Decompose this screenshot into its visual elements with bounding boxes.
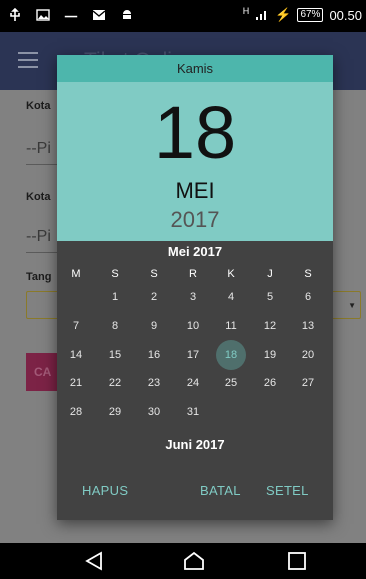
clock: 00.50 [329, 7, 362, 23]
menu-icon [18, 52, 38, 68]
header-day[interactable]: 18 [57, 88, 333, 178]
calendar-day[interactable]: 21 [61, 368, 91, 398]
home-icon[interactable] [182, 551, 206, 571]
calendar-day[interactable]: 23 [139, 368, 169, 398]
calendar-day[interactable]: 17 [178, 340, 208, 370]
calendar-day[interactable]: 26 [255, 368, 285, 398]
dialog-actions: HAPUS BATAL SETEL [57, 475, 333, 505]
weekday-header: K [227, 268, 235, 280]
calendar-day[interactable]: 8 [100, 311, 130, 341]
weekday-header: S [150, 268, 158, 280]
status-bar: H ⚡ 67% 00.50 [0, 0, 366, 32]
date-picker-dialog: Kamis 18 MEI 2017 Mei 2017 MSSRKJS 12345… [57, 55, 333, 520]
calendar-day[interactable]: 24 [178, 368, 208, 398]
calendar-day[interactable]: 12 [255, 311, 285, 341]
calendar-day[interactable]: 4 [216, 282, 246, 312]
search-button: CA [26, 353, 58, 391]
calendar-day[interactable]: 27 [293, 368, 323, 398]
divider [26, 252, 58, 253]
calendar-day[interactable]: 19 [255, 340, 285, 370]
calendar-day[interactable]: 6 [293, 282, 323, 312]
set-button[interactable]: SETEL [266, 483, 309, 498]
calendar-day[interactable]: 10 [178, 311, 208, 341]
weekday-header: R [189, 268, 197, 280]
weekday-header: J [267, 268, 273, 280]
next-month-title: Juni 2017 [165, 437, 225, 452]
calendar-day[interactable]: 1 [100, 282, 130, 312]
calendar-day[interactable]: 29 [100, 397, 130, 427]
calendar-day[interactable]: 9 [139, 311, 169, 341]
mail-icon [92, 10, 106, 20]
calendar-grid: 1 2 3 4 5 6 7 8 9 10 11 12 13 14 15 16 17 18 19 20 21 22 23 24 2… [57, 290, 333, 430]
calendar-day[interactable]: 30 [139, 397, 169, 427]
calendar-day[interactable]: 2 [139, 282, 169, 312]
weekday-header: S [111, 268, 119, 280]
calendar-day[interactable]: 13 [293, 311, 323, 341]
form-label-city-origin: Kota [26, 100, 51, 112]
calendar-day[interactable]: 31 [178, 397, 208, 427]
calendar-day[interactable]: 20 [293, 340, 323, 370]
calendar-day[interactable]: 5 [255, 282, 285, 312]
selected-day[interactable]: 18 [216, 340, 246, 370]
android-icon [123, 10, 131, 19]
battery-indicator: 67% [297, 8, 324, 22]
calendar-month-title: Mei 2017 [167, 244, 223, 259]
form-label-city-destination: Kota [26, 191, 51, 203]
status-icons-left [8, 8, 134, 22]
charging-icon: ⚡ [275, 7, 292, 22]
calendar-day[interactable]: 15 [100, 340, 130, 370]
cancel-button[interactable]: BATAL [200, 483, 241, 498]
recents-icon[interactable] [285, 551, 309, 571]
image-icon [36, 9, 50, 21]
header-month[interactable]: MEI [57, 178, 333, 204]
calendar-day[interactable]: 7 [61, 311, 91, 341]
header-year[interactable]: 2017 [57, 207, 333, 233]
usb-icon [10, 8, 20, 21]
calendar-day[interactable]: 3 [178, 282, 208, 312]
calendar-day[interactable]: 14 [61, 340, 91, 370]
calendar-day[interactable]: 11 [216, 311, 246, 341]
form-label-date: Tang [26, 271, 52, 283]
signal-icon: H [242, 6, 250, 16]
dropdown-arrow-icon: ▼ [348, 301, 356, 310]
calendar-day[interactable]: 28 [61, 397, 91, 427]
clear-button[interactable]: HAPUS [82, 483, 128, 498]
back-icon[interactable] [83, 551, 107, 571]
calendar-day[interactable]: 16 [139, 340, 169, 370]
navigation-bar [0, 543, 366, 579]
status-icons-right: H ⚡ 67% 00.50 [242, 6, 362, 23]
calendar-day[interactable]: 25 [216, 368, 246, 398]
divider [26, 164, 58, 165]
city-origin-select: --Pi [26, 140, 51, 157]
header-day-of-week: Kamis [57, 55, 333, 82]
date-picker-header: Kamis 18 MEI 2017 [57, 55, 333, 241]
calendar-day[interactable]: 22 [100, 368, 130, 398]
asus-icon [64, 15, 78, 18]
weekday-header: S [304, 268, 312, 280]
signal-bars-icon [256, 9, 269, 20]
city-destination-select: --Pi [26, 228, 51, 245]
weekday-header: M [71, 268, 81, 280]
